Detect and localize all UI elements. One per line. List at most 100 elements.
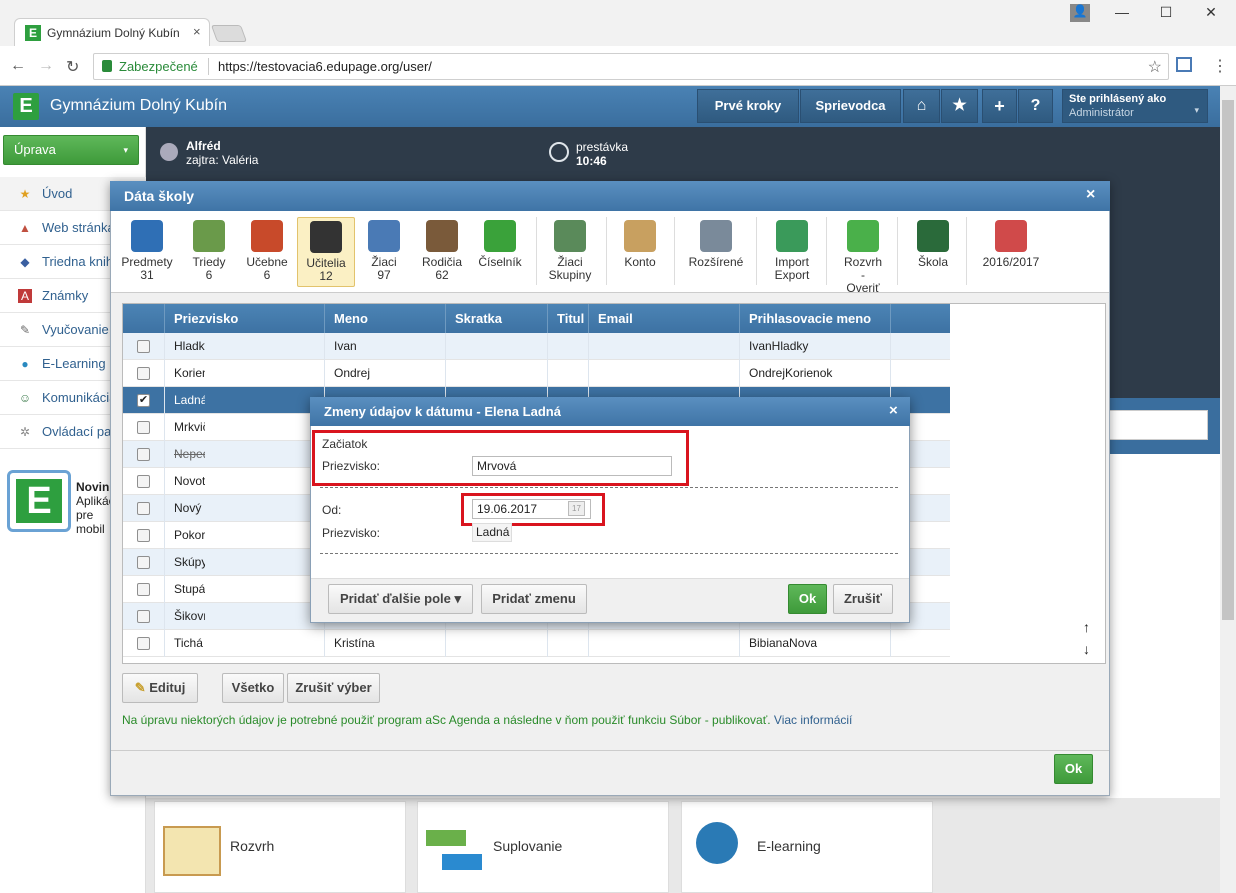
toolbar-icon [700, 220, 732, 252]
dashboard-search[interactable] [1100, 410, 1208, 440]
sidebar-item-label: Známky [42, 288, 89, 303]
table-cell: Ladná [164, 387, 205, 414]
calendar-icon[interactable]: 17 [568, 501, 585, 516]
row-checkbox[interactable] [137, 583, 150, 596]
table-cell: Mrkvička [164, 414, 205, 441]
row-checkbox[interactable] [137, 340, 150, 353]
dialog-close-icon[interactable]: × [1086, 186, 1095, 204]
col-name[interactable]: Meno [324, 304, 445, 333]
page-scroll-thumb[interactable] [1222, 100, 1234, 620]
user-menu[interactable]: Ste prihlásený ako Administrátor ▾ [1062, 89, 1208, 123]
maximize-button[interactable]: ☐ [1148, 4, 1184, 24]
toolbar-item-3[interactable]: Učitelia 12 [297, 217, 355, 287]
table-row[interactable]: Hladký Ivan IvanHladky [123, 333, 950, 360]
news-promo[interactable]: Novinky Aplikácia pre mobil [76, 480, 110, 536]
table-row[interactable]: Korienok Ondrej OndrejKorienok [123, 360, 950, 387]
browser-tab[interactable]: E Gymnázium Dolný Kubín × [14, 18, 210, 46]
add-field-button[interactable]: Pridať ďalšie pole ▾ [328, 584, 473, 614]
changes-cancel-button[interactable]: Zrušiť [833, 584, 893, 614]
gear-icon: ✲ [19, 425, 31, 439]
changes-dialog-close-icon[interactable]: × [889, 402, 898, 419]
table-cell: Pokorný [164, 522, 205, 549]
toolbar-item-10[interactable]: Import Export [766, 217, 818, 287]
dialog-ok-button[interactable]: Ok [1054, 754, 1093, 784]
row-checkbox[interactable] [137, 529, 150, 542]
row-checkbox[interactable] [137, 502, 150, 515]
table-cell: Korienok [164, 360, 205, 387]
toolbar-item-0[interactable]: Predmety 31 [117, 217, 177, 287]
toolbar-item-12[interactable]: Škola [904, 217, 962, 287]
back-icon[interactable]: ← [10, 57, 26, 75]
row-checkbox[interactable]: ✔ [137, 394, 150, 407]
toolbar-item-5[interactable]: Rodičia 62 [414, 217, 470, 287]
minimize-button[interactable]: — [1104, 4, 1140, 24]
toolbar-item-4[interactable]: Žiaci 97 [357, 217, 411, 287]
row-checkbox[interactable] [137, 556, 150, 569]
tile-timetable[interactable]: Rozvrh [154, 801, 406, 893]
profile-icon[interactable]: 👤 [1070, 4, 1090, 22]
substitution-icon [426, 824, 482, 880]
col-login[interactable]: Prihlasovacie meno [739, 304, 890, 333]
col-email[interactable]: Email [588, 304, 739, 333]
toolbar-count: 62 [435, 268, 449, 282]
omnibox[interactable]: Zabezpečené https://testovacia6.edupage.… [93, 53, 1169, 80]
row-checkbox[interactable] [137, 637, 150, 650]
bookmark-star-icon[interactable]: ☆ [1148, 57, 1162, 77]
surname-input[interactable]: Mrvová [472, 456, 672, 476]
dialog-footer [111, 750, 1109, 795]
toolbar-item-9[interactable]: Rozšírené [680, 217, 752, 287]
section-divider [320, 487, 898, 488]
guide-label: Sprievodca [815, 98, 886, 113]
table-row[interactable]: Tichá Kristína BibianaNova [123, 630, 950, 657]
more-info-link[interactable]: Viac informácií [774, 713, 852, 727]
tab-close-icon[interactable]: × [193, 24, 201, 39]
add-button[interactable]: + [982, 89, 1017, 123]
toolbar-item-11[interactable]: Rozvrh - Overiť [830, 217, 896, 295]
scroll-down-icon[interactable]: ↓ [1083, 641, 1090, 657]
plus-icon: + [994, 96, 1005, 116]
app-promo-logo[interactable]: E [7, 470, 71, 532]
col-title[interactable]: Titul [547, 304, 588, 333]
tile-substitution[interactable]: Suplovanie [417, 801, 669, 893]
school-title[interactable]: Gymnázium Dolný Kubín [50, 97, 227, 115]
toolbar-item-1[interactable]: Triedy 6 [183, 217, 235, 287]
favorites-button[interactable]: ★ [941, 89, 978, 123]
menu-icon[interactable]: ⋮ [1212, 56, 1228, 76]
toolbar-item-7[interactable]: Žiaci Skupiny [540, 217, 600, 287]
select-all-button[interactable]: Všetko [222, 673, 284, 703]
edit-mode-button[interactable]: Úprava ▾ [3, 135, 139, 165]
cast-icon[interactable] [1176, 57, 1192, 72]
toolbar-item-2[interactable]: Učebne 6 [237, 217, 297, 287]
forward-icon[interactable]: → [38, 57, 54, 75]
changes-ok-button[interactable]: Ok [788, 584, 827, 614]
home-button[interactable]: ⌂ [903, 89, 940, 123]
toolbar-icon [131, 220, 163, 252]
new-tab-button[interactable] [210, 25, 248, 42]
guide-button[interactable]: Sprievodca [800, 89, 901, 123]
close-window-button[interactable]: ✕ [1193, 4, 1229, 24]
edit-button[interactable]: ✎ Edituj [122, 673, 198, 703]
table-cell: Šikovný [164, 603, 205, 630]
col-abbreviation[interactable]: Skratka [445, 304, 547, 333]
reload-icon[interactable]: ↻ [66, 57, 79, 77]
tile-elearning[interactable]: E-learning [681, 801, 933, 893]
toolbar-item-6[interactable]: Číselník [473, 217, 527, 287]
toolbar-item-13[interactable]: 2016/2017 [976, 217, 1046, 287]
scroll-up-icon[interactable]: ↑ [1083, 619, 1090, 635]
row-checkbox[interactable] [137, 367, 150, 380]
row-checkbox[interactable] [137, 475, 150, 488]
toolbar-icon [251, 220, 283, 252]
url-text[interactable]: https://testovacia6.edupage.org/user/ [218, 59, 432, 74]
toolbar-item-8[interactable]: Konto [612, 217, 668, 287]
news-title: Novinky [76, 480, 110, 494]
first-steps-button[interactable]: Prvé kroky [697, 89, 799, 123]
edupage-logo[interactable]: E [13, 93, 39, 120]
add-change-button[interactable]: Pridať zmenu [481, 584, 587, 614]
clear-selection-button[interactable]: Zrušiť výber [287, 673, 380, 703]
row-checkbox[interactable] [137, 421, 150, 434]
toolbar-icon [193, 220, 225, 252]
help-button[interactable]: ? [1018, 89, 1053, 123]
col-surname[interactable]: Priezvisko [164, 304, 324, 333]
row-checkbox[interactable] [137, 448, 150, 461]
row-checkbox[interactable] [137, 610, 150, 623]
